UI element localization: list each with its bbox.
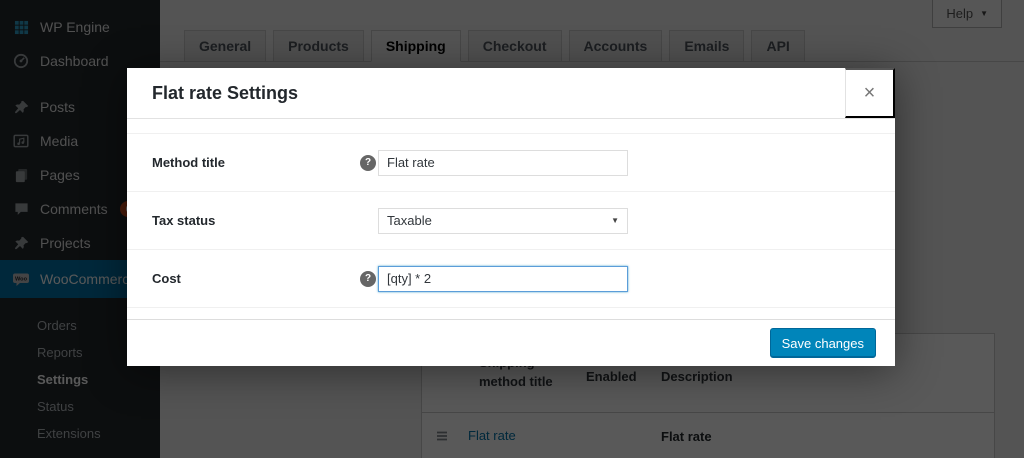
method-title-label: Method title [152,155,225,170]
method-title-row: Method title ? [127,133,895,191]
modal-title: Flat rate Settings [152,83,299,103]
tax-status-selected-value: Taxable [387,213,432,228]
tax-status-select[interactable]: Taxable ▼ [378,207,628,234]
help-tip-icon[interactable]: ? [360,154,376,171]
chevron-down-icon: ▼ [611,216,619,225]
save-changes-button[interactable]: Save changes [769,328,876,358]
method-title-input[interactable] [378,149,628,176]
wp-admin-page: WP Engine Dashboard Posts Media Pages [0,0,1024,458]
cost-row: Cost ? [127,249,895,308]
flat-rate-settings-modal: Flat rate Settings × Method title ? Tax … [127,68,895,366]
cost-label: Cost [152,271,181,286]
cost-input[interactable] [378,265,628,292]
help-tip-icon[interactable]: ? [360,270,376,287]
modal-footer: Save changes [127,319,895,366]
modal-body: Method title ? Tax status Taxable ▼ Cost… [127,133,895,308]
tax-status-row: Tax status Taxable ▼ [127,191,895,249]
tax-status-label: Tax status [152,213,216,228]
close-icon[interactable]: × [845,68,895,118]
modal-header: Flat rate Settings × [127,68,895,119]
